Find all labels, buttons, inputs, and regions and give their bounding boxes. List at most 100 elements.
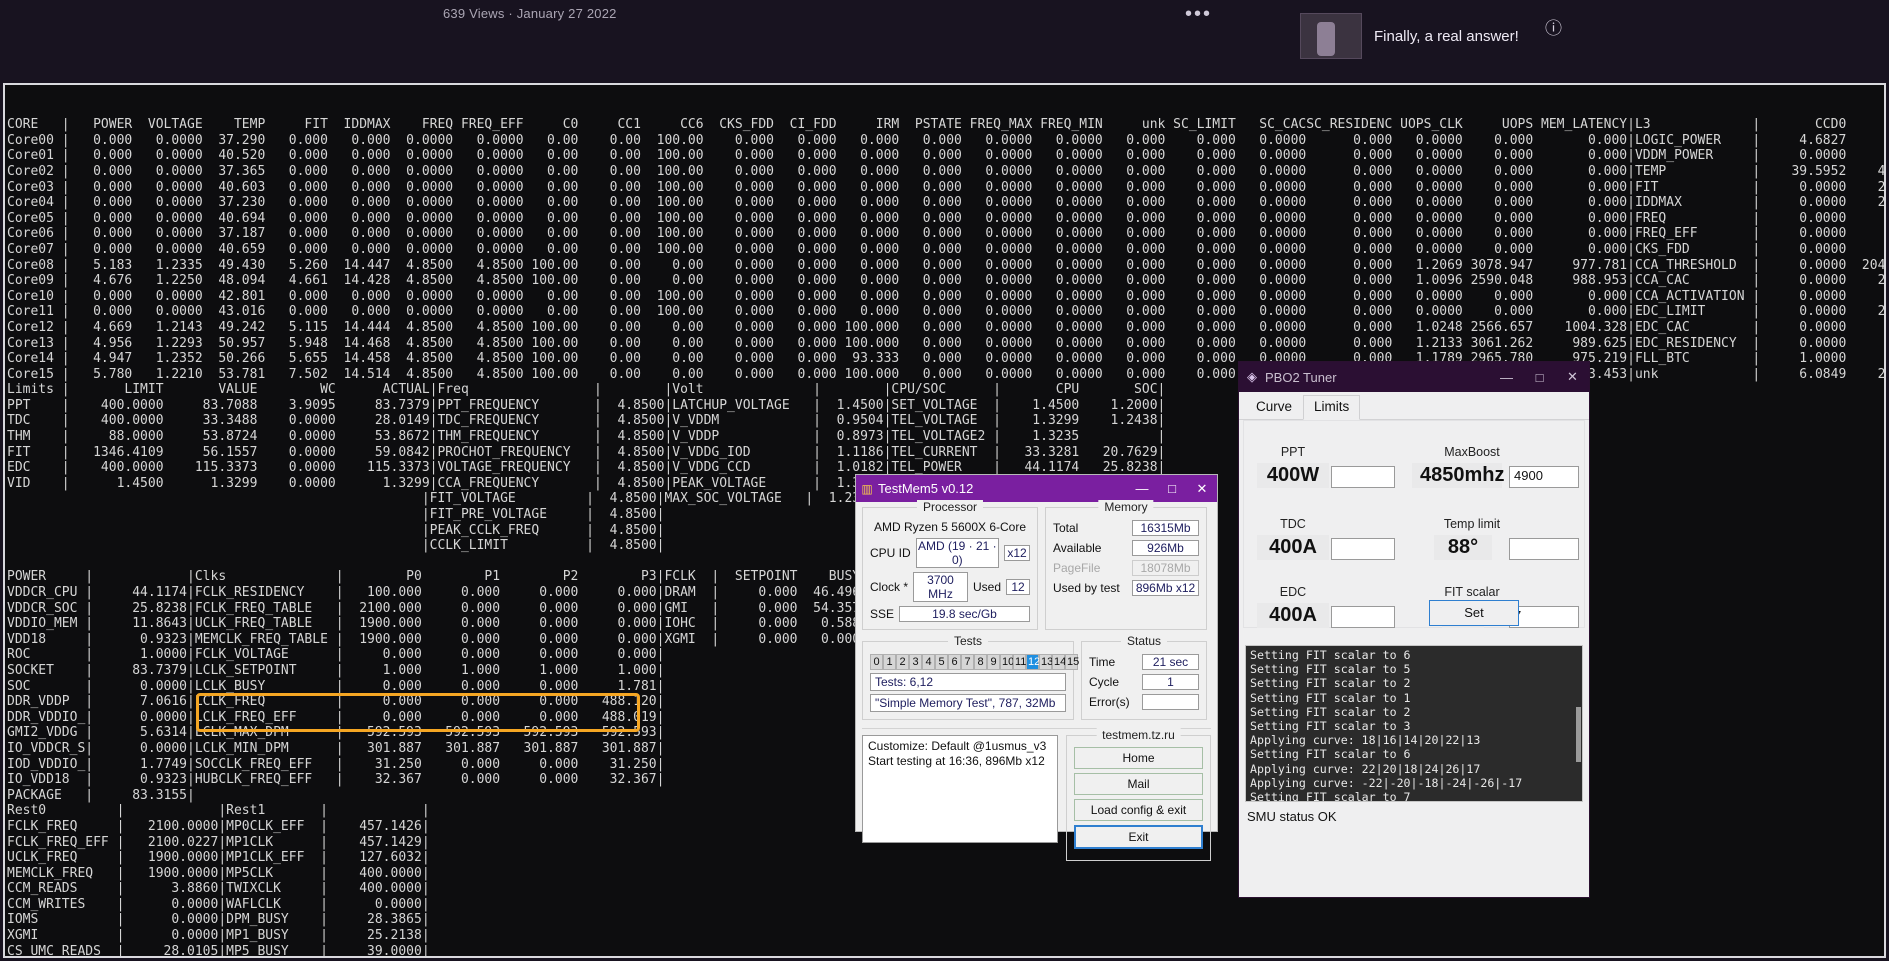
promo-thumbnail bbox=[1300, 13, 1362, 59]
current-test: "Simple Memory Test", 787, 32Mb bbox=[870, 694, 1066, 712]
processor-name: AMD Ryzen 5 5600X 6-Core bbox=[873, 520, 1027, 534]
tab-curve[interactable]: Curve bbox=[1245, 395, 1303, 419]
test-cell-9[interactable]: 9 bbox=[987, 654, 1000, 670]
ppt-label: PPT bbox=[1280, 445, 1306, 459]
more-options-icon[interactable]: ••• bbox=[1185, 3, 1212, 26]
tests-group-label: Tests bbox=[947, 634, 989, 648]
test-cell-2[interactable]: 2 bbox=[896, 654, 909, 670]
used-label: Used bbox=[972, 580, 1001, 594]
tests-group: Tests 0 1 2 3 4 5 6 7 8 9 10 11 12 13 14 15 Tests: 6,12… bbox=[862, 634, 1079, 720]
time-label: Time bbox=[1089, 655, 1116, 669]
test-cell-row[interactable]: 0 1 2 3 4 5 6 7 8 9 10 11 12 13 14 15 bbox=[870, 654, 1079, 670]
testmem5-log: Customize: Default @1usmus_v3 Start test… bbox=[862, 735, 1058, 843]
tdc-label: TDC bbox=[1280, 517, 1306, 531]
pbo2-title: PBO2 Tuner bbox=[1265, 369, 1337, 385]
maxboost-label: MaxBoost bbox=[1444, 445, 1500, 459]
close-icon[interactable]: ✕ bbox=[1556, 369, 1589, 385]
processor-group: Processor AMD Ryzen 5 5600X 6-Core CPU I… bbox=[862, 500, 1038, 630]
home-button[interactable]: Home bbox=[1074, 747, 1203, 769]
test-cell-7[interactable]: 7 bbox=[961, 654, 974, 670]
diamond-icon: ◈ bbox=[1247, 369, 1257, 384]
pagefile-value: 18078Mb bbox=[1132, 560, 1199, 576]
total-value: 16315Mb bbox=[1132, 520, 1199, 536]
temp-limit-input[interactable] bbox=[1509, 538, 1579, 560]
test-cell-13[interactable]: 13 bbox=[1039, 654, 1053, 670]
pbo2-tuner-window[interactable]: ◈ PBO2 Tuner — □ ✕ Curve Limits PPT 400W… bbox=[1238, 361, 1590, 898]
available-label: Available bbox=[1053, 541, 1102, 555]
pagefile-label: PageFile bbox=[1053, 561, 1101, 575]
video-meta: 639 Views · January 27 2022 bbox=[443, 6, 617, 21]
site-group-label: testmem.tz.ru bbox=[1096, 728, 1181, 742]
cpuid-threads: x12 bbox=[1004, 545, 1030, 561]
sse-label: SSE bbox=[870, 607, 895, 621]
ppt-input[interactable] bbox=[1331, 466, 1395, 488]
temp-limit-label: Temp limit bbox=[1443, 517, 1501, 531]
test-cell-6[interactable]: 6 bbox=[948, 654, 961, 670]
test-cell-3[interactable]: 3 bbox=[909, 654, 922, 670]
tdc-input[interactable] bbox=[1331, 538, 1395, 560]
clock-label: Clock * bbox=[870, 580, 909, 594]
maximize-icon[interactable]: □ bbox=[1157, 481, 1187, 496]
pbo2-tabs[interactable]: Curve Limits bbox=[1239, 392, 1589, 420]
pbo2-console: Setting FIT scalar to 6 Setting FIT scal… bbox=[1245, 645, 1583, 802]
test-cell-4[interactable]: 4 bbox=[922, 654, 935, 670]
edc-input[interactable] bbox=[1331, 606, 1395, 628]
test-cell-10[interactable]: 10 bbox=[1000, 654, 1014, 670]
minimize-icon[interactable]: — bbox=[1490, 370, 1523, 385]
load-config-exit-button[interactable]: Load config & exit bbox=[1074, 799, 1203, 821]
tdc-value: 400A bbox=[1257, 535, 1329, 560]
test-cell-14[interactable]: 14 bbox=[1052, 654, 1066, 670]
promo-text: Finally, a real answer! bbox=[1374, 27, 1519, 45]
test-cell-8[interactable]: 8 bbox=[974, 654, 987, 670]
maximize-icon[interactable]: □ bbox=[1523, 370, 1556, 385]
processor-group-label: Processor bbox=[916, 500, 984, 514]
cycle-value: 1 bbox=[1142, 674, 1199, 690]
fit-scalar-input[interactable]: 7 bbox=[1509, 606, 1579, 628]
close-icon[interactable]: ✕ bbox=[1187, 481, 1217, 497]
usedbytest-value: 896Mb x12 bbox=[1132, 580, 1199, 596]
console-scrollbar[interactable] bbox=[1576, 707, 1581, 762]
site-group: testmem.tz.ru Home Mail Load config & ex… bbox=[1066, 728, 1211, 861]
available-value: 926Mb bbox=[1132, 540, 1199, 556]
cpuid-label: CPU ID bbox=[870, 546, 911, 560]
status-group-label: Status bbox=[1120, 634, 1168, 648]
testmem5-window[interactable]: ▥ TestMem5 v0.12 — □ ✕ Processor AMD Ryz… bbox=[855, 474, 1218, 861]
time-value: 21 sec bbox=[1142, 654, 1199, 670]
test-cell-11[interactable]: 11 bbox=[1013, 654, 1026, 670]
limits-panel: PPT 400W MaxBoost 4850mhz 4900 TDC 400A … bbox=[1243, 420, 1585, 628]
total-label: Total bbox=[1053, 521, 1079, 535]
cycle-label: Cycle bbox=[1089, 675, 1120, 689]
test-cell-15[interactable]: 15 bbox=[1065, 654, 1079, 670]
edc-label: EDC bbox=[1279, 585, 1307, 599]
mail-button[interactable]: Mail bbox=[1074, 773, 1203, 795]
fit-scalar-label: FIT scalar bbox=[1444, 585, 1500, 599]
tab-limits[interactable]: Limits bbox=[1303, 395, 1361, 420]
sse-value: 19.8 sec/Gb bbox=[899, 606, 1030, 622]
memory-group-label: Memory bbox=[1098, 500, 1154, 514]
usedbytest-label: Used by test bbox=[1053, 581, 1120, 595]
set-button[interactable]: Set bbox=[1429, 600, 1519, 626]
test-cell-5[interactable]: 5 bbox=[935, 654, 948, 670]
clock-value: 3700 MHz bbox=[913, 572, 968, 602]
cpuid-value: AMD (19 · 21 · 0) bbox=[915, 538, 999, 568]
promo-card[interactable]: Finally, a real answer! bbox=[1300, 4, 1630, 68]
temp-limit-value: 88° bbox=[1434, 535, 1492, 560]
errors-label: Error(s) bbox=[1089, 695, 1130, 709]
ppt-value: 400W bbox=[1257, 463, 1329, 488]
minimize-icon[interactable]: — bbox=[1127, 481, 1157, 496]
smu-status: SMU status OK bbox=[1247, 809, 1337, 824]
maxboost-value: 4850mhz bbox=[1412, 463, 1505, 488]
edc-value: 400A bbox=[1257, 603, 1329, 628]
memory-group: Memory Total 16315Mb Available 926Mb Pag… bbox=[1045, 500, 1207, 630]
pbo2-titlebar[interactable]: ◈ PBO2 Tuner — □ ✕ bbox=[1239, 362, 1589, 392]
testmem5-title: TestMem5 v0.12 bbox=[878, 481, 974, 496]
exit-button[interactable]: Exit bbox=[1074, 825, 1203, 849]
status-group: Status Time 21 sec Cycle 1 Error(s) bbox=[1081, 634, 1207, 720]
test-cell-1[interactable]: 1 bbox=[883, 654, 896, 670]
test-cell-0[interactable]: 0 bbox=[870, 654, 883, 670]
maxboost-input[interactable]: 4900 bbox=[1509, 466, 1579, 488]
test-cell-12[interactable]: 12 bbox=[1026, 654, 1040, 670]
testmem5-titlebar[interactable]: ▥ TestMem5 v0.12 — □ ✕ bbox=[856, 475, 1217, 502]
used-value: 12 bbox=[1006, 579, 1030, 595]
info-icon[interactable]: ⓘ bbox=[1545, 14, 1562, 39]
